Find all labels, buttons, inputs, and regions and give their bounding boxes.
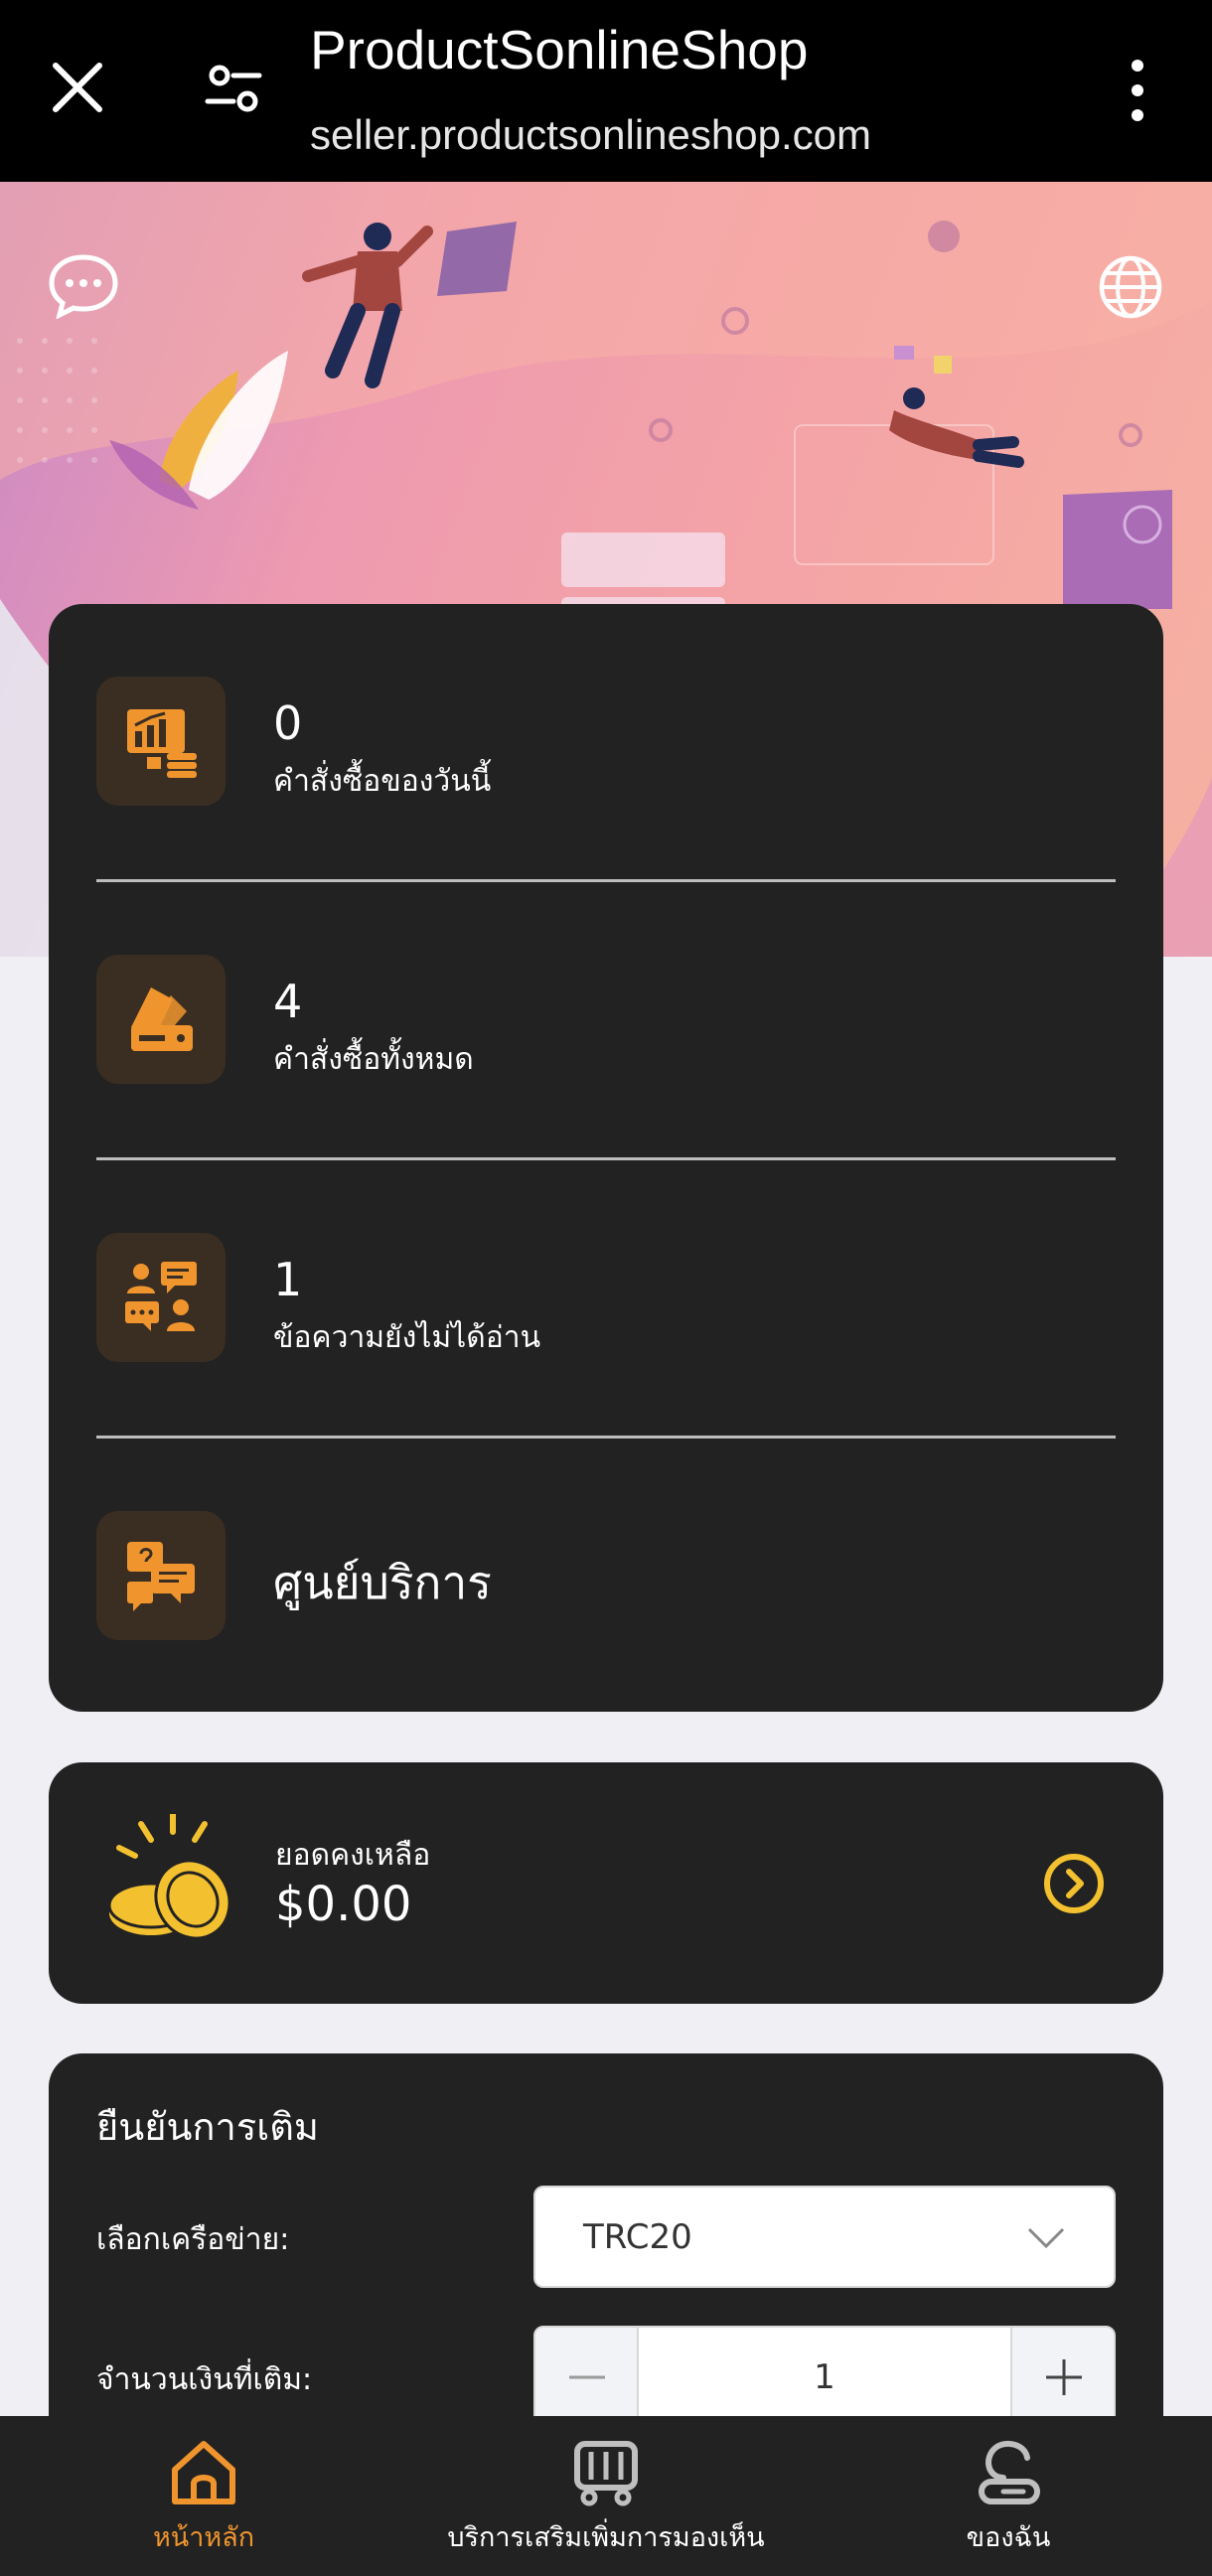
increment-button[interactable] (1010, 2328, 1114, 2427)
amount-input[interactable]: 1 (639, 2328, 1010, 2427)
stat-icon-box (96, 955, 226, 1084)
stat-row-today-orders[interactable]: 0 คำสั่งซื้อของวันนี้ (96, 677, 1116, 806)
nav-tab-services[interactable]: บริการเสริมเพิ่มการมองเห็น (437, 2416, 775, 2576)
nav-tab-mine[interactable]: ของฉัน (934, 2416, 1083, 2576)
network-selected-value: TRC20 (583, 2217, 692, 2257)
stat-value: 1 (273, 1253, 303, 1306)
plus-icon (1046, 2359, 1082, 2395)
cards-icon (131, 987, 193, 1051)
balance-label: ยอดคงเหลือ (275, 1838, 431, 1873)
site-settings-icon[interactable] (204, 62, 263, 117)
amount-stepper: 1 (533, 2326, 1116, 2428)
chevron-right-circle-icon[interactable] (1042, 1852, 1106, 1915)
stat-icon-box (96, 1511, 226, 1640)
stats-card: 0 คำสั่งซื้อของวันนี้ 4 คำสั่งซื้อทั้งหม… (49, 604, 1163, 1712)
language-globe-icon[interactable] (1097, 253, 1164, 321)
balance-amount: $0.00 (275, 1877, 412, 1932)
close-icon[interactable] (48, 58, 107, 117)
network-select[interactable]: TRC20 (533, 2186, 1116, 2288)
stat-value: 4 (273, 975, 303, 1028)
amount-label: จำนวนเงินที่เติม: (96, 2362, 313, 2397)
page-title: ProductSonlineShop (310, 19, 809, 80)
nav-tab-home-label: หน้าหลัก (152, 2522, 255, 2553)
more-options-icon[interactable] (1123, 58, 1152, 123)
chevron-down-icon (1027, 2227, 1065, 2249)
home-icon (172, 2441, 235, 2504)
page-url[interactable]: seller.productsonlineshop.com (310, 111, 871, 159)
browser-toolbar: ProductSonlineShop seller.productsonline… (0, 0, 1212, 182)
nav-tab-home[interactable]: หน้าหลัก (129, 2416, 278, 2576)
stat-row-all-orders[interactable]: 4 คำสั่งซื้อทั้งหมด (96, 955, 1116, 1084)
stat-value: 0 (273, 696, 303, 750)
service-center-row[interactable]: ศูนย์บริการ (96, 1511, 1116, 1640)
network-label: เลือกเครือข่าย: (96, 2222, 290, 2257)
service-chat-icon (127, 1542, 195, 1611)
bottom-navigation: หน้าหลัก บริการเสริมเพิ่มการมองเห็น ของฉ… (0, 2416, 1212, 2576)
users-chat-icon (125, 1262, 197, 1331)
stat-label: คำสั่งซื้อของวันนี้ (273, 764, 492, 799)
stat-label: ข้อความยังไม่ได้อ่าน (273, 1320, 541, 1355)
nav-tab-services-label: บริการเสริมเพิ่มการมองเห็น (447, 2522, 765, 2553)
stat-icon-box (96, 1233, 226, 1362)
chat-bubble-icon[interactable] (48, 253, 119, 319)
nav-tab-mine-label: ของฉัน (966, 2522, 1051, 2553)
balance-card[interactable]: ยอดคงเหลือ $0.00 (49, 1762, 1163, 2004)
service-center-label: ศูนย์บริการ (273, 1556, 492, 1609)
decrement-button[interactable] (535, 2328, 639, 2427)
coins-icon (107, 1814, 231, 1940)
stat-label: คำสั่งซื้อทั้งหมด (273, 1042, 474, 1077)
divider (96, 879, 1116, 882)
stat-row-unread-messages[interactable]: 1 ข้อความยังไม่ได้อ่าน (96, 1233, 1116, 1362)
minus-icon (569, 2375, 605, 2379)
topup-title: ยืนยันการเติม (96, 2105, 319, 2149)
cart-truck-icon (574, 2441, 638, 2506)
profile-icon (979, 2440, 1040, 2504)
divider (96, 1157, 1116, 1160)
divider (96, 1436, 1116, 1439)
stat-icon-box (96, 677, 226, 806)
chart-screen-icon (127, 709, 197, 778)
